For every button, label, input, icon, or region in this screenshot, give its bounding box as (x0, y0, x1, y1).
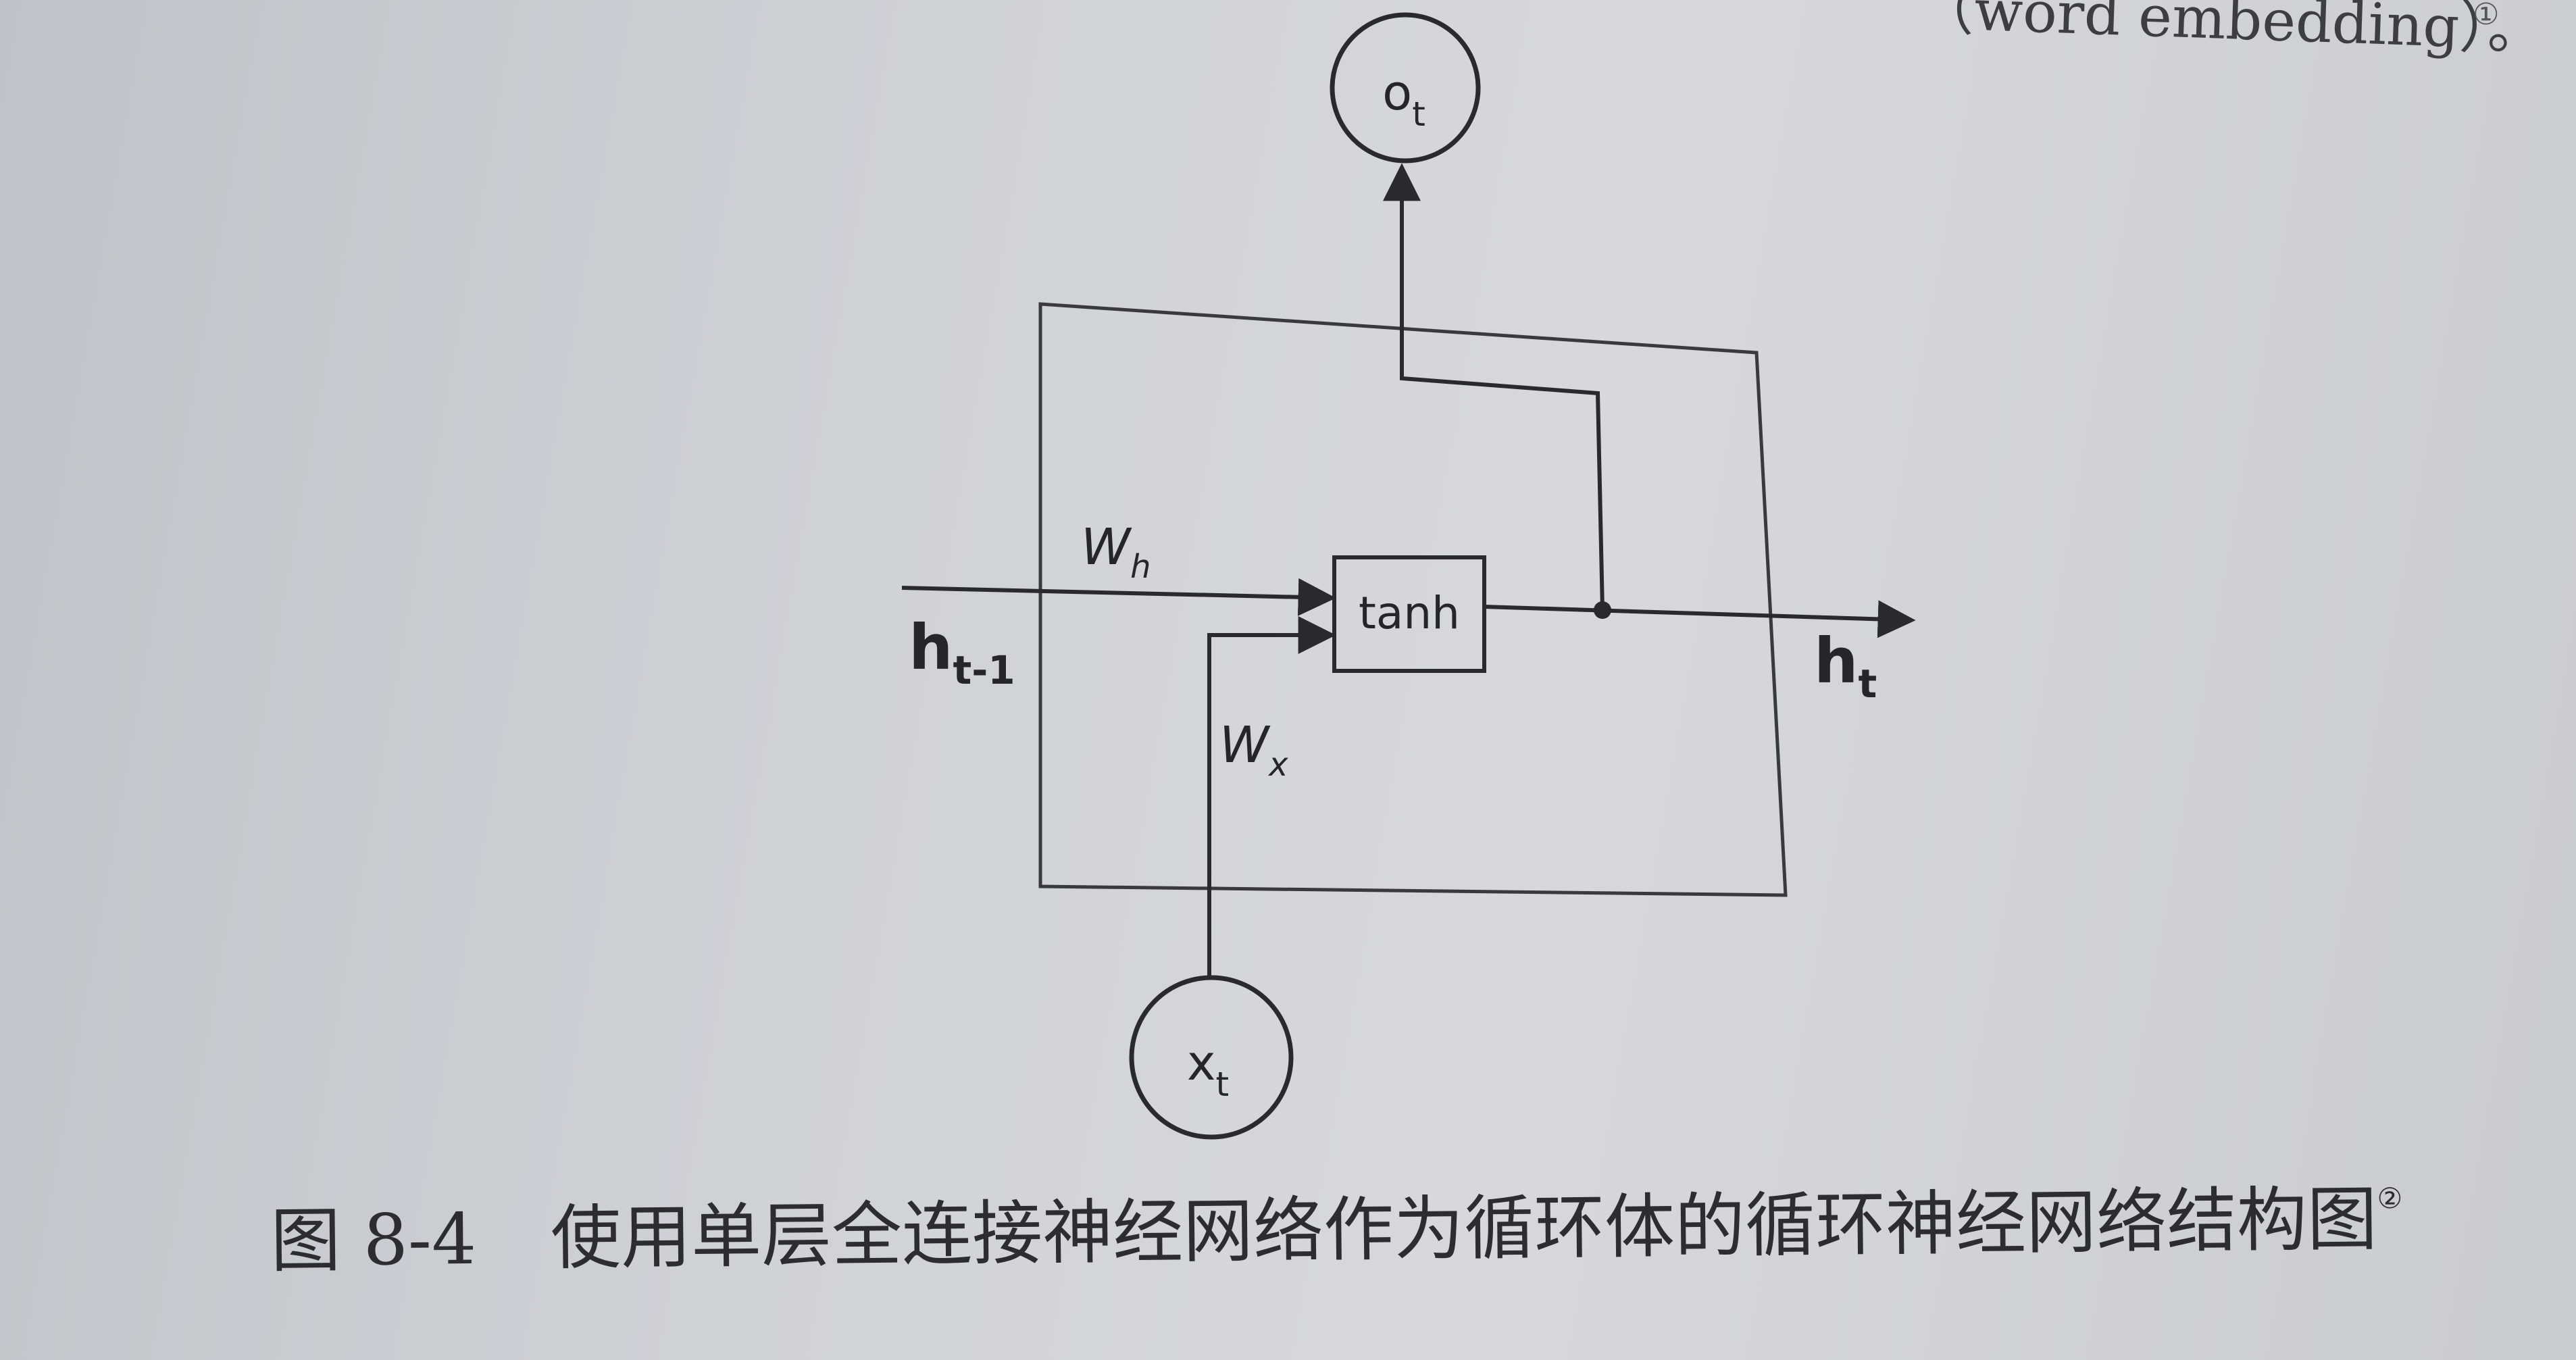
input-node-base: x (1187, 1034, 1216, 1091)
footnote-marker-2: ② (2377, 1181, 2403, 1215)
svg-text:ot: ot (1382, 64, 1425, 134)
input-arrow (1207, 616, 1336, 978)
next-hidden-label: ht (1814, 625, 1877, 707)
textbook-page: （word embedding）。 ① ot xt tanh Wh Wx ht-… (0, 0, 2576, 1360)
figure-number: 图 8-4 (270, 1197, 477, 1282)
next-hidden-arrow (1484, 600, 1916, 638)
prev-hidden-arrow (901, 578, 1336, 616)
tanh-activation-box: tanh (1332, 555, 1486, 673)
weight-input-label: Wx (1219, 716, 1288, 784)
prev-hidden-label: ht-1 (909, 611, 1015, 693)
figure-caption: 图 8-4 使用单层全连接神经网络作为循环体的循环神经网络结构图② (270, 1178, 2403, 1282)
svg-text:xt: xt (1187, 1034, 1229, 1104)
rnn-cell-diagram: ot xt tanh Wh Wx ht-1 ht (901, 12, 1916, 1140)
output-node-base: o (1382, 64, 1412, 121)
output-arrow (1383, 163, 1605, 611)
input-node-sub: t (1216, 1065, 1230, 1104)
tanh-label: tanh (1359, 587, 1460, 639)
input-node: xt (1129, 975, 1294, 1140)
output-node: ot (1330, 12, 1481, 163)
output-node-sub: t (1412, 95, 1425, 134)
weight-hidden-label: Wh (1081, 518, 1151, 586)
